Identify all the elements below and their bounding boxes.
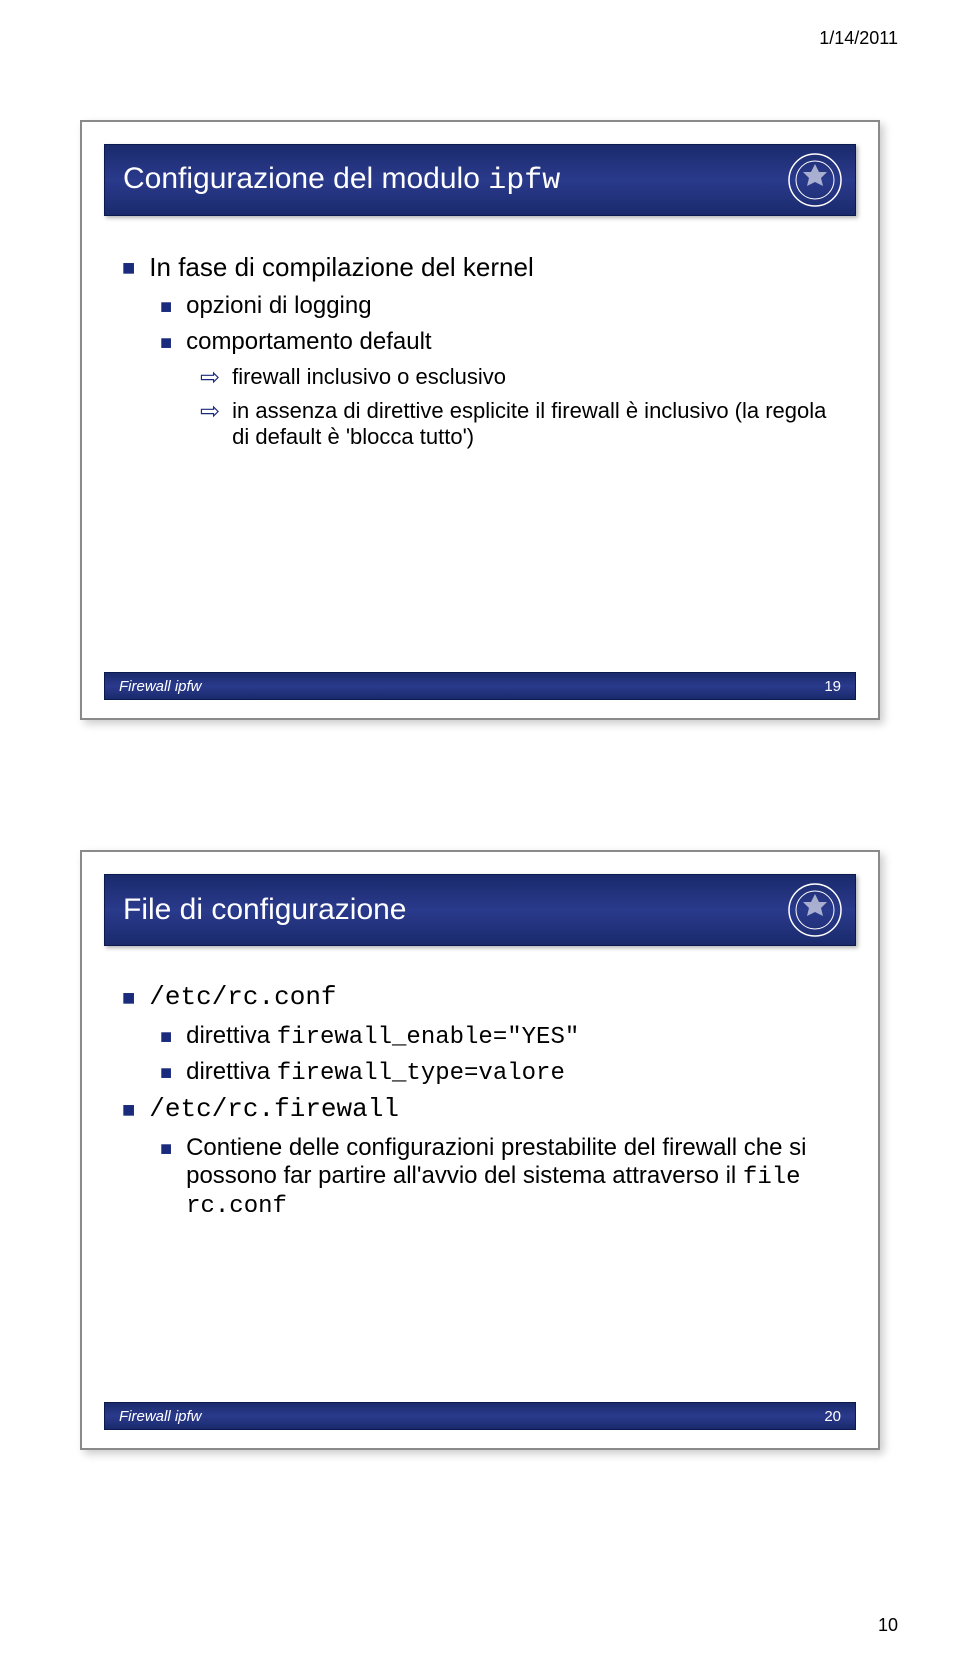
bullet-text: comportamento default <box>186 328 431 356</box>
slide-content: ■ In fase di compilazione del kernel ■ o… <box>122 252 838 456</box>
bullet-l1: ■ In fase di compilazione del kernel <box>122 252 838 284</box>
bullet-l3: ⇨ firewall inclusivo o esclusivo <box>200 364 838 392</box>
text-span: Contiene delle configurazioni prestabili… <box>186 1134 806 1189</box>
page-date: 1/14/2011 <box>819 28 898 49</box>
slide-title: File di configurazione <box>123 893 407 927</box>
bullet-l2: ■ opzioni di logging <box>160 292 838 322</box>
slide-title: Configurazione del modulo ipfw <box>123 162 560 198</box>
page-number: 10 <box>878 1615 898 1636</box>
slide-title-bar: Configurazione del modulo ipfw <box>104 144 856 216</box>
bullet-text: Contiene delle configurazioni prestabili… <box>186 1134 838 1220</box>
slide-footer: Firewall ipfw 19 <box>104 672 856 700</box>
square-bullet-icon: ■ <box>160 292 172 322</box>
bullet-l1: ■ /etc/rc.firewall <box>122 1094 838 1126</box>
bullet-text: direttiva firewall_enable="YES" <box>186 1022 579 1051</box>
text-span: direttiva <box>186 1022 277 1049</box>
square-bullet-icon: ■ <box>122 1094 135 1126</box>
text-mono: firewall_enable="YES" <box>277 1024 579 1051</box>
bullet-l2: ■ Contiene delle configurazioni prestabi… <box>160 1134 838 1220</box>
bullet-text: /etc/rc.firewall <box>149 1094 399 1124</box>
bullet-l3: ⇨ in assenza di direttive esplicite il f… <box>200 398 838 450</box>
bullet-text: /etc/rc.conf <box>149 982 336 1012</box>
square-bullet-icon: ■ <box>160 1022 172 1052</box>
square-bullet-icon: ■ <box>160 1134 172 1164</box>
footer-slide-number: 19 <box>824 678 841 695</box>
text-mono: firewall_type=valore <box>277 1060 565 1087</box>
university-seal-icon <box>787 882 843 938</box>
text-span: direttiva <box>186 1058 277 1085</box>
title-text-mono: ipfw <box>488 164 560 198</box>
bullet-text: opzioni di logging <box>186 292 371 320</box>
slide-content: ■ /etc/rc.conf ■ direttiva firewall_enab… <box>122 982 838 1226</box>
square-bullet-icon: ■ <box>122 252 135 284</box>
square-bullet-icon: ■ <box>122 982 135 1014</box>
title-text-plain: Configurazione del modulo <box>123 162 488 195</box>
square-bullet-icon: ■ <box>160 1058 172 1088</box>
bullet-l2: ■ comportamento default <box>160 328 838 358</box>
footer-label: Firewall ipfw <box>119 1408 202 1425</box>
slide-title-bar: File di configurazione <box>104 874 856 946</box>
slide-1: Configurazione del modulo ipfw ■ In fase… <box>80 120 880 720</box>
bullet-text: firewall inclusivo o esclusivo <box>232 364 506 390</box>
bullet-text: direttiva firewall_type=valore <box>186 1058 565 1087</box>
bullet-l1: ■ /etc/rc.conf <box>122 982 838 1014</box>
slide-footer: Firewall ipfw 20 <box>104 1402 856 1430</box>
footer-slide-number: 20 <box>824 1408 841 1425</box>
arrow-right-icon: ⇨ <box>200 364 220 392</box>
arrow-right-icon: ⇨ <box>200 398 220 426</box>
footer-label: Firewall ipfw <box>119 678 202 695</box>
bullet-text: in assenza di direttive esplicite il fir… <box>232 398 838 450</box>
slide-2: File di configurazione ■ /etc/rc.conf ■ … <box>80 850 880 1450</box>
square-bullet-icon: ■ <box>160 328 172 358</box>
university-seal-icon <box>787 152 843 208</box>
bullet-text: In fase di compilazione del kernel <box>149 252 533 283</box>
bullet-l2: ■ direttiva firewall_type=valore <box>160 1058 838 1088</box>
bullet-l2: ■ direttiva firewall_enable="YES" <box>160 1022 838 1052</box>
